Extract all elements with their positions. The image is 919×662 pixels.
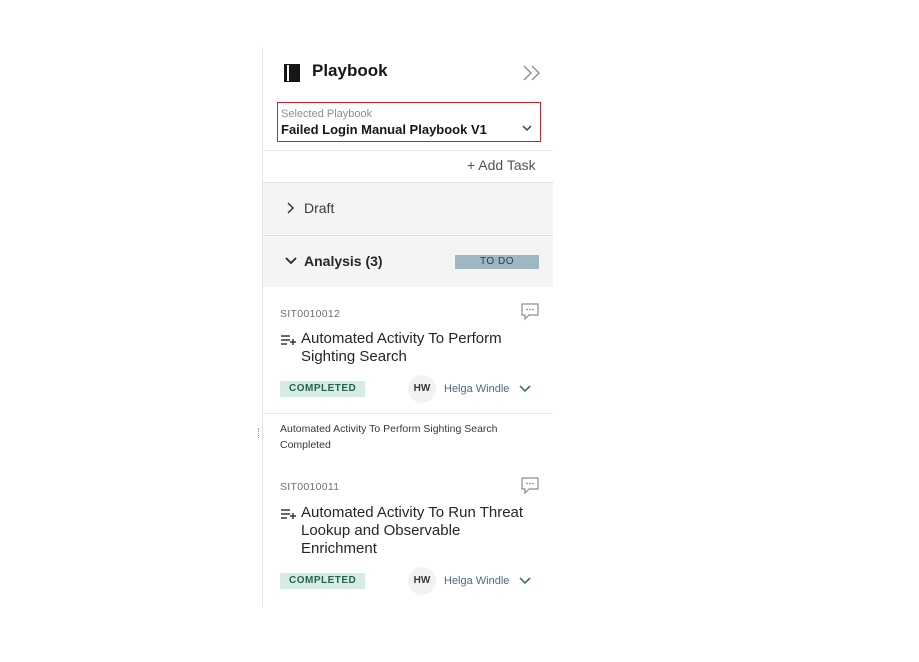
chevron-down-icon bbox=[522, 125, 532, 131]
double-chevron-right-icon[interactable] bbox=[521, 63, 543, 83]
task-card[interactable]: SIT0010012 Automated Activity To Perform… bbox=[263, 288, 553, 412]
task-id: SIT0010012 bbox=[280, 308, 341, 320]
section-draft[interactable]: Draft bbox=[263, 182, 553, 234]
panel-header: Playbook bbox=[263, 47, 553, 97]
section-draft-label: Draft bbox=[304, 200, 335, 216]
chevron-right-icon bbox=[287, 202, 295, 214]
panel-title: Playbook bbox=[312, 61, 388, 80]
book-icon bbox=[284, 64, 300, 82]
avatar: HW bbox=[408, 567, 436, 595]
task-list-add-icon bbox=[281, 335, 296, 345]
divider bbox=[263, 150, 553, 151]
avatar: HW bbox=[408, 375, 436, 403]
comment-icon[interactable] bbox=[520, 302, 540, 321]
selector-value: Failed Login Manual Playbook V1 bbox=[281, 122, 487, 137]
status-badge-completed: COMPLETED bbox=[280, 381, 366, 397]
chevron-down-icon[interactable] bbox=[519, 576, 531, 586]
task-list-add-icon bbox=[281, 509, 296, 519]
chevron-down-icon bbox=[285, 257, 297, 265]
task-id: SIT0010011 bbox=[280, 481, 340, 493]
activity-note: Automated Activity To Perform Sighting S… bbox=[263, 413, 553, 463]
add-task-button[interactable]: + Add Task bbox=[467, 157, 536, 173]
activity-note-status: Completed bbox=[280, 439, 331, 451]
playbook-panel: Playbook Selected Playbook Failed Login … bbox=[262, 47, 553, 607]
task-card[interactable]: SIT0010011 Automated Activity To Run Thr… bbox=[263, 462, 553, 607]
chevron-down-icon[interactable] bbox=[519, 384, 531, 394]
status-badge-completed: COMPLETED bbox=[280, 573, 366, 589]
assignee-name[interactable]: Helga Windle bbox=[444, 383, 509, 395]
playbook-selector[interactable]: Selected Playbook Failed Login Manual Pl… bbox=[277, 102, 541, 142]
task-title[interactable]: Automated Activity To Run Threat Lookup … bbox=[301, 504, 536, 558]
selector-label: Selected Playbook bbox=[281, 108, 373, 120]
activity-note-text: Automated Activity To Perform Sighting S… bbox=[280, 423, 498, 435]
assignee-name[interactable]: Helga Windle bbox=[444, 575, 509, 587]
status-badge-todo: TO DO bbox=[455, 255, 539, 269]
section-analysis[interactable]: Analysis (3) TO DO bbox=[263, 235, 553, 287]
comment-icon[interactable] bbox=[520, 476, 540, 495]
task-title[interactable]: Automated Activity To Perform Sighting S… bbox=[301, 330, 536, 366]
section-analysis-label: Analysis (3) bbox=[304, 253, 383, 269]
resize-handle[interactable] bbox=[258, 428, 261, 438]
